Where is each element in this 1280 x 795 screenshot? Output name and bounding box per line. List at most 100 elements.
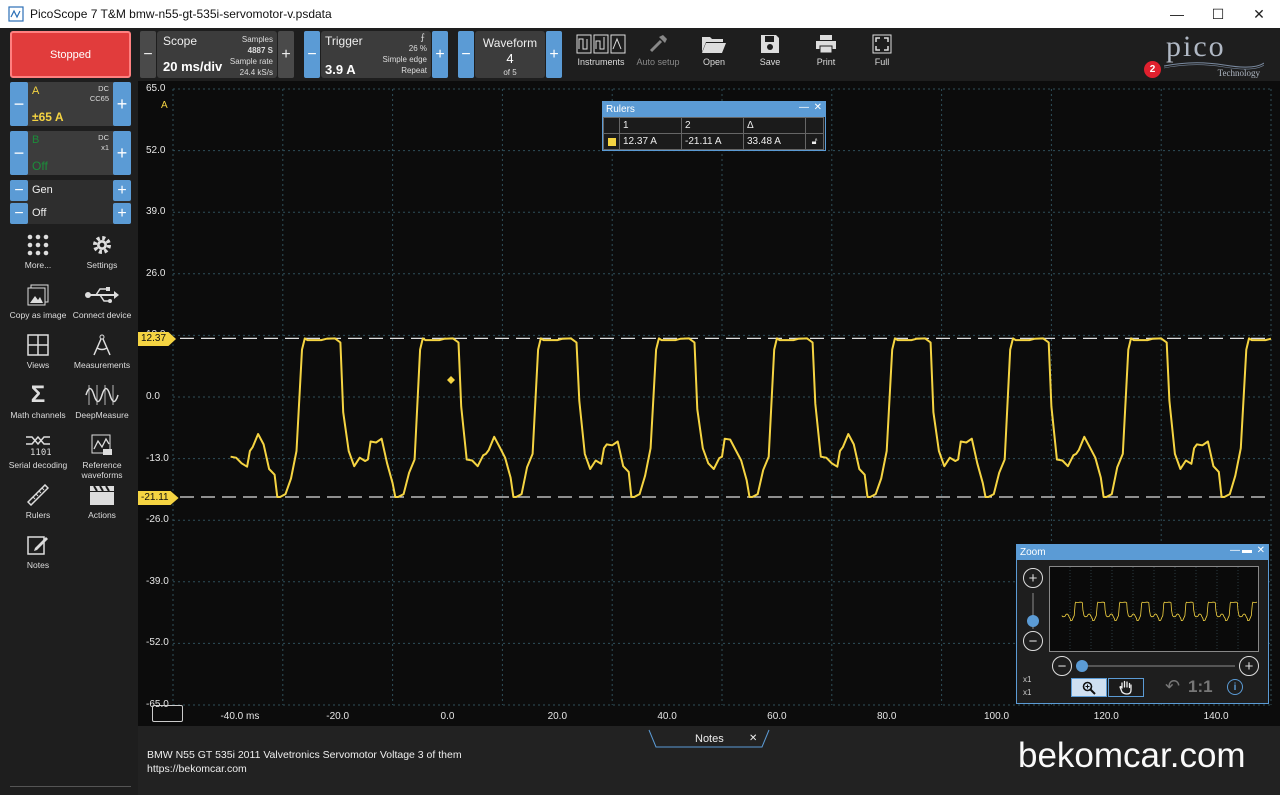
sample-rate-label: Sample rate [229,57,273,66]
save-button[interactable]: Save [742,31,798,78]
waveform-next-button[interactable]: + [546,31,562,78]
gen-state-increase-button[interactable]: + [113,203,131,224]
sidebar-item-label: Measurements [73,360,131,370]
channel-a-increase-button[interactable]: + [113,82,131,126]
zoom-in-vertical-button[interactable]: + [1023,568,1043,588]
notification-badge[interactable]: 2 [1144,61,1161,78]
scope-decrease-button[interactable]: − [140,31,156,78]
ruler-top-tag[interactable]: 12.37 [138,332,177,346]
zoom-overview[interactable] [1049,566,1259,652]
undo-zoom-icon[interactable]: ↶ [1165,676,1180,697]
sidebar-item-serial-decoding[interactable]: 1101 Serial decoding [6,432,70,480]
sidebar-item-views[interactable]: Views [6,332,70,380]
zoom-panel[interactable]: Zoom — ▬ ✕ + − − + x1 x1 ↶ 1:1 i [1016,544,1269,704]
info-icon[interactable]: i [1227,679,1243,695]
deepmeasure-icon [85,382,119,408]
zoom-out-horizontal-button[interactable]: − [1052,656,1072,676]
sidebar-item-label: Connect device [72,310,132,320]
logo-text: pico [1166,30,1226,63]
sidebar-item-actions[interactable]: Actions [70,482,134,530]
title-bar: PicoScope 7 T&M bmw-n55-gt-535i-servomot… [0,0,1280,28]
sidebar-item-more[interactable]: More... [6,232,70,280]
close-icon[interactable]: ✕ [1236,0,1280,28]
y-tick-label: -39.0 [146,575,169,587]
y-tick-label: 0.0 [146,391,160,402]
horizontal-zoom-slider[interactable] [1077,665,1235,667]
sidebar-item-label: Serial decoding [8,460,68,470]
gen-decrease-button[interactable]: − [10,180,28,201]
rulers-panel-header[interactable]: Rulers — ✕ [603,102,825,117]
pan-tool-button[interactable] [1108,678,1144,697]
scope-box[interactable]: Scope 20 ms/div Samples 4887 S Sample ra… [157,31,277,78]
x-tick-label: 60.0 [767,711,787,722]
ruler-2-value: -21.11 A [681,133,744,150]
gen-state-decrease-button[interactable]: − [10,203,28,224]
sidebar-item-rulers[interactable]: Rulers [6,482,70,530]
sidebar-item-reference-waveforms[interactable]: Reference waveforms [70,432,134,480]
channel-b-decrease-button[interactable]: − [10,131,28,175]
trigger-increase-button[interactable]: + [432,31,448,78]
notes-tab-label[interactable]: Notes [695,733,724,745]
vertical-zoom-thumb[interactable] [1027,615,1039,627]
notes-area[interactable]: Notes ✕ BMW N55 GT 535i 2011 Valvetronic… [138,726,1280,795]
minimize-icon[interactable]: — [1230,545,1240,556]
ruler-bottom-tag[interactable]: -21.11 [138,491,179,505]
sidebar-item-settings[interactable]: Settings [70,232,134,280]
sidebar-item-connect-device[interactable]: Connect device [70,282,134,330]
waveform-previous-button[interactable]: − [458,31,474,78]
sidebar-item-copy-image[interactable]: Copy as image [6,282,70,330]
minimize-icon[interactable]: — [1154,0,1200,28]
gen-increase-button[interactable]: + [113,180,131,201]
y-tick-label: 26.0 [146,267,166,279]
rulers-panel[interactable]: Rulers — ✕ 1 2 Δ 12.37 A -21.11 A 33.48 … [602,101,826,151]
zoom-panel-header[interactable]: Zoom — ▬ ✕ [1017,545,1268,560]
notes-text[interactable]: BMW N55 GT 535i 2011 Valvetronics Servom… [147,748,462,776]
channel-a-coupling: DC [98,84,109,93]
zoom-in-horizontal-button[interactable]: + [1239,656,1259,676]
open-button[interactable]: Open [686,31,742,78]
scope-view[interactable]: A 65.052.039.026.013.00.0-13.0-26.0-39.0… [138,81,1280,726]
rulers-panel-title: Rulers [606,104,635,115]
ruler-icon [27,482,49,508]
close-icon[interactable]: ✕ [814,102,822,113]
scope-title: Scope [163,34,198,48]
more-grid-icon [27,232,49,258]
horizontal-zoom-thumb[interactable] [1076,660,1088,672]
print-button[interactable]: Print [798,31,854,78]
lock-icon[interactable]: 🔓︎ [805,133,824,150]
minimize-icon[interactable]: — [799,102,809,113]
generator-panel[interactable]: − − Gen Off + + [10,180,131,224]
auto-setup-button[interactable]: Auto setup [630,31,686,78]
trigger-box[interactable]: Trigger 3.9 A ⨍ 26 % Simple edge Repeat [321,31,431,78]
channel-b-panel[interactable]: − B DC x1 Off + [10,131,131,175]
trigger-decrease-button[interactable]: − [304,31,320,78]
zoom-out-vertical-button[interactable]: − [1023,631,1043,651]
channel-a-panel[interactable]: − A DC CC65 ±65 A + [10,82,131,126]
instruments-icon [576,31,626,57]
sidebar-item-deepmeasure[interactable]: DeepMeasure [70,382,134,430]
clapperboard-icon [89,482,115,508]
sidebar-item-math-channels[interactable]: Σ Math channels [6,382,70,430]
channel-b-increase-button[interactable]: + [113,131,131,175]
sidebar-item-measurements[interactable]: Measurements [70,332,134,380]
print-label: Print [816,57,836,67]
instruments-button[interactable]: Instruments [573,31,629,78]
magnifier-icon [1082,681,1096,695]
restore-icon[interactable]: ▬ [1242,545,1252,556]
maximize-icon[interactable]: ☐ [1195,0,1241,28]
scope-increase-button[interactable]: + [278,31,294,78]
sidebar-item-notes[interactable]: Notes [6,532,70,580]
y-tick-label: -52.0 [146,637,169,649]
trigger-mode: Simple edge [382,55,427,64]
x-tick-label: 100.0 [983,711,1010,722]
waveform-box[interactable]: Waveform 4 of 5 [475,31,545,78]
y-unit-label: A [161,100,168,111]
close-icon[interactable]: ✕ [749,733,757,744]
full-button[interactable]: Full [854,31,910,78]
time-ruler-handle[interactable] [152,705,183,722]
channel-a-decrease-button[interactable]: − [10,82,28,126]
close-icon[interactable]: ✕ [1257,545,1265,556]
zoom-tool-button[interactable] [1071,678,1107,697]
zoom-ratio[interactable]: 1:1 [1188,677,1213,697]
run-stop-button[interactable]: Stopped [10,31,131,78]
